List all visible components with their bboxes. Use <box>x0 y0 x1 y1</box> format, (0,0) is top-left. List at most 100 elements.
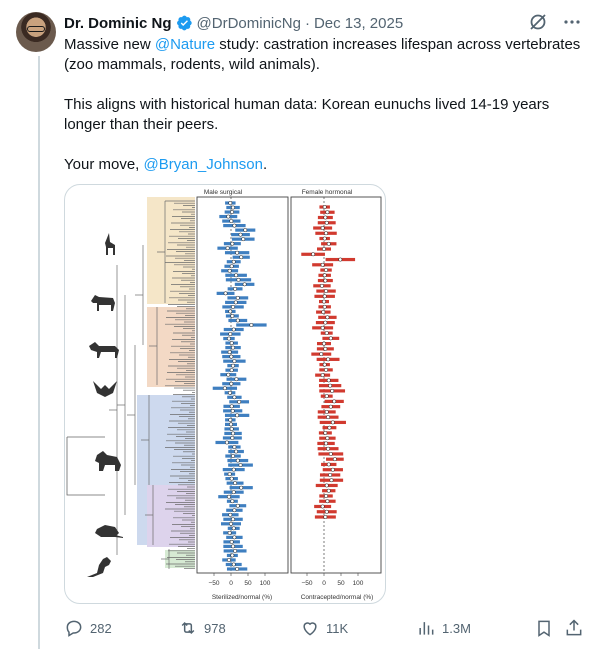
female-estimate-point <box>324 509 329 514</box>
male-estimate-point <box>228 309 233 314</box>
tweet-paragraph-2: This aligns with historical human data: … <box>64 96 554 133</box>
female-estimate-point <box>329 478 334 483</box>
female-estimate-point <box>324 331 329 336</box>
kangaroo-icon <box>87 557 111 577</box>
female-estimate-point <box>322 362 327 367</box>
female-estimate-point <box>326 241 331 246</box>
male-estimate-point <box>226 214 231 219</box>
mention-bryan-johnson[interactable]: @Bryan_Johnson <box>144 156 263 173</box>
male-axis-ticks: −50 0 50 100 <box>208 573 271 587</box>
avatar-glasses <box>27 26 45 32</box>
male-estimate-point <box>233 286 238 291</box>
male-estimate-point <box>231 526 236 531</box>
bat-icon <box>93 381 117 397</box>
female-estimate-point <box>327 425 332 430</box>
male-estimate-point <box>228 201 233 205</box>
male-estimate-point <box>229 219 234 224</box>
reply-button[interactable]: 282 <box>64 618 112 638</box>
female-estimate-point <box>324 220 329 225</box>
male-estimate-point <box>235 413 240 418</box>
male-estimate-point <box>231 454 235 458</box>
female-series <box>301 205 356 519</box>
author-handle[interactable]: @DrDominicNg <box>197 15 301 32</box>
more-icon[interactable] <box>562 12 582 32</box>
female-estimate-point <box>326 357 331 362</box>
reply-count: 282 <box>90 620 112 636</box>
tweet-paragraph-3: Your move, @Bryan_Johnson. <box>64 155 584 175</box>
male-estimate-point <box>237 399 242 404</box>
axis-tick-label: −50 <box>208 580 219 587</box>
male-estimate-point <box>227 558 231 562</box>
male-estimate-point <box>227 472 232 477</box>
rat-icon <box>95 525 123 538</box>
male-estimate-point <box>236 277 241 282</box>
text-segment: . <box>262 156 268 173</box>
female-estimate-point <box>328 404 333 409</box>
tweet-header: Dr. Dominic Ng @DrDominicNg · Dec 13, 20… <box>64 12 582 34</box>
female-estimate-point <box>324 494 328 498</box>
male-estimate-point <box>239 255 244 260</box>
thread-line <box>38 56 40 649</box>
male-estimate-point <box>238 463 243 468</box>
female-estimate-point <box>324 394 329 399</box>
axis-tick-label: 0 <box>322 580 326 587</box>
male-estimate-point <box>235 250 240 255</box>
female-estimate-point <box>324 268 328 273</box>
female-estimate-point <box>323 215 328 220</box>
female-estimate-point <box>322 236 327 241</box>
author-name[interactable]: Dr. Dominic Ng <box>64 15 172 32</box>
female-estimate-point <box>320 504 325 509</box>
post-date[interactable]: Dec 13, 2025 <box>314 15 403 32</box>
views-button[interactable]: 1.3M <box>416 618 471 638</box>
axis-tick-label: 100 <box>353 580 364 587</box>
mention-nature[interactable]: @Nature <box>155 36 215 53</box>
male-estimate-point <box>229 476 234 481</box>
male-estimate-point <box>233 548 238 553</box>
female-estimate-point <box>322 304 327 309</box>
female-estimate-point <box>325 210 330 215</box>
male-estimate-point <box>231 431 235 436</box>
male-estimate-point <box>242 282 247 287</box>
male-estimate-point <box>233 481 238 486</box>
male-estimate-point <box>231 490 236 495</box>
female-estimate-point <box>326 462 331 467</box>
male-estimate-point <box>227 494 231 499</box>
female-estimate-point <box>319 352 324 357</box>
male-series <box>212 201 267 571</box>
female-estimate-point <box>326 378 331 383</box>
axis-tick-label: 50 <box>337 580 345 587</box>
figure-image[interactable]: Male surgical Female hormonal −50 0 50 100 … <box>64 184 386 604</box>
repost-count: 978 <box>204 620 226 636</box>
female-estimate-point <box>325 436 330 441</box>
male-estimate-point <box>229 521 233 526</box>
male-estimate-point <box>235 318 240 323</box>
bookmark-button[interactable] <box>534 618 554 638</box>
male-estimate-point <box>231 345 235 350</box>
female-estimate-point <box>328 473 333 477</box>
female-axis-label: Contracepted/normal (%) <box>301 594 374 601</box>
male-estimate-point <box>230 210 234 214</box>
share-button[interactable] <box>564 618 584 638</box>
like-button[interactable]: 11K <box>300 618 348 638</box>
female-estimate-point <box>332 399 337 404</box>
female-estimate-point <box>320 325 325 330</box>
female-estimate-point <box>330 420 335 425</box>
male-estimate-point <box>231 327 236 332</box>
female-estimate-point <box>323 320 328 325</box>
axis-tick-label: 100 <box>260 580 271 587</box>
repost-button[interactable]: 978 <box>178 618 226 638</box>
male-estimate-point <box>226 372 231 377</box>
female-estimate-point <box>332 457 337 462</box>
text-segment: Your move, <box>64 156 144 173</box>
male-estimate-point <box>227 336 231 341</box>
heart-icon <box>303 622 317 636</box>
female-estimate-point <box>320 283 324 288</box>
male-estimate-point <box>229 426 234 431</box>
female-estimate-point <box>324 441 328 446</box>
male-estimate-point <box>228 512 233 517</box>
verified-badge-icon <box>175 14 193 32</box>
avatar[interactable] <box>16 12 56 52</box>
male-axis-label: Sterilized/normal (%) <box>212 594 272 601</box>
grok-icon[interactable] <box>528 12 548 32</box>
share-icon <box>566 619 582 636</box>
